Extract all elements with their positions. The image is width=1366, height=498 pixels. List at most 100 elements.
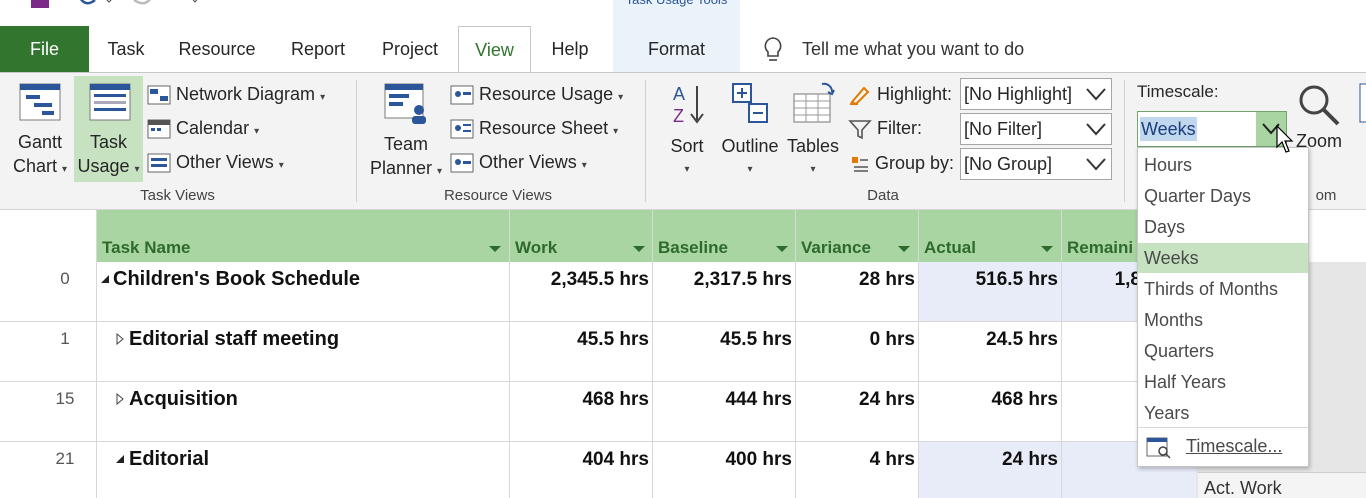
option-days[interactable]: Days	[1138, 212, 1308, 242]
highlight-dropdown[interactable]: [No Highlight]	[960, 78, 1112, 110]
tables-button[interactable]: Tables ▾	[786, 80, 840, 180]
task-views-group-label: Task Views	[140, 187, 215, 204]
timescale-more-option[interactable]: Timescale...	[1186, 436, 1282, 457]
redo-icon[interactable]	[128, 0, 158, 10]
task-name-cell[interactable]: Acquisition	[129, 388, 238, 411]
variance-cell[interactable]: 0 hrs	[795, 329, 915, 351]
tab-project[interactable]: Project	[372, 26, 448, 72]
actual-cell[interactable]: 468 hrs	[918, 389, 1058, 411]
highlight-icon	[850, 86, 870, 106]
save-icon[interactable]	[30, 0, 50, 10]
table-row[interactable]: 21 Editorial 404 hrs 400 hrs 4 hrs 24 hr…	[0, 442, 1196, 498]
resource-other-views-button[interactable]: Other Views ▾	[450, 147, 587, 177]
sort-button[interactable]: AZ Sort ▾	[662, 80, 712, 180]
task-other-views-label: Other Views	[176, 152, 274, 172]
resource-usage-button[interactable]: Resource Usage ▾	[450, 79, 623, 109]
expand-triangle-icon[interactable]	[115, 332, 125, 346]
work-cell[interactable]: 45.5 hrs	[509, 329, 649, 351]
option-half-years[interactable]: Half Years	[1138, 367, 1308, 397]
highlight-label: Highlight:	[877, 84, 953, 104]
option-thirds-of-months[interactable]: Thirds of Months	[1138, 274, 1308, 304]
actual-cell[interactable]: 516.5 hrs	[918, 269, 1058, 291]
option-quarters[interactable]: Quarters	[1138, 336, 1308, 366]
zoom-icon[interactable]	[1296, 82, 1342, 128]
tab-help[interactable]: Help	[540, 26, 600, 72]
baseline-cell[interactable]: 444 hrs	[652, 389, 792, 411]
gantt-label-1: Gantt	[17, 132, 63, 152]
option-weeks[interactable]: Weeks	[1138, 243, 1308, 273]
team-planner-icon	[384, 83, 426, 124]
tab-view[interactable]: View	[458, 26, 531, 73]
col-task-name[interactable]: Task Name	[102, 238, 191, 258]
variance-cell[interactable]: 4 hrs	[795, 449, 915, 471]
expand-triangle-icon[interactable]	[115, 392, 125, 406]
work-cell[interactable]: 468 hrs	[509, 389, 649, 411]
column-filter-icon[interactable]	[1040, 244, 1054, 254]
tab-file[interactable]: File	[0, 26, 89, 72]
timescale-value: Weeks	[1140, 117, 1197, 141]
calendar-button[interactable]: Calendar ▾	[147, 113, 259, 143]
resource-sheet-button[interactable]: Resource Sheet ▾	[450, 113, 618, 143]
network-diagram-button[interactable]: Network Diagram ▾	[147, 79, 325, 109]
chevron-down-icon: ▾	[134, 164, 140, 175]
column-header-row	[96, 210, 1196, 262]
column-filter-icon[interactable]	[488, 244, 502, 254]
collapse-triangle-icon[interactable]	[114, 453, 126, 465]
outline-button[interactable]: Outline ▾	[720, 80, 780, 180]
work-cell[interactable]: 2,345.5 hrs	[509, 269, 649, 291]
table-row[interactable]: 15 Acquisition 468 hrs 444 hrs 24 hrs 46…	[0, 382, 1196, 442]
row-id: 15	[55, 389, 75, 408]
task-name-cell[interactable]: Editorial staff meeting	[129, 328, 339, 351]
col-actual[interactable]: Actual	[924, 238, 976, 258]
tab-report[interactable]: Report	[280, 26, 356, 72]
actual-cell[interactable]: 24.5 hrs	[918, 329, 1058, 351]
zoom-group-label: om	[1315, 187, 1337, 204]
task-name-cell[interactable]: Children's Book Schedule	[113, 268, 360, 291]
baseline-cell[interactable]: 400 hrs	[652, 449, 792, 471]
chevron-down-icon: ▾	[437, 166, 443, 177]
chevron-down-icon	[1086, 123, 1106, 136]
gantt-chart-button[interactable]: Gantt Chart ▾	[8, 80, 72, 184]
collapse-triangle-icon[interactable]	[99, 273, 111, 285]
actual-cell[interactable]: 24 hrs	[918, 449, 1058, 471]
detail-label-act-work: Act. Work	[1198, 472, 1366, 498]
timescale-label: Timescale:	[1137, 82, 1219, 101]
data-group-label: Data	[867, 187, 899, 204]
table-row[interactable]: 1 Editorial staff meeting 45.5 hrs 45.5 …	[0, 322, 1196, 382]
table-row[interactable]: 0 Children's Book Schedule 2,345.5 hrs 2…	[0, 262, 1196, 322]
column-filter-icon[interactable]	[775, 244, 789, 254]
baseline-cell[interactable]: 2,317.5 hrs	[652, 269, 792, 291]
option-quarter-days[interactable]: Quarter Days	[1138, 181, 1308, 211]
undo-icon[interactable]	[75, 0, 115, 10]
tab-resource[interactable]: Resource	[170, 26, 264, 72]
svg-text:Z: Z	[673, 106, 684, 126]
column-filter-icon[interactable]	[632, 244, 646, 254]
work-cell[interactable]: 404 hrs	[509, 449, 649, 471]
baseline-cell[interactable]: 45.5 hrs	[652, 329, 792, 351]
col-variance[interactable]: Variance	[801, 238, 871, 258]
col-baseline[interactable]: Baseline	[658, 238, 728, 258]
col-remaining[interactable]: Remaini	[1067, 238, 1133, 258]
tab-task[interactable]: Task	[96, 26, 156, 72]
col-work[interactable]: Work	[515, 238, 557, 258]
team-planner-label-1: Team	[383, 134, 428, 154]
customize-qat-icon[interactable]	[188, 0, 202, 6]
tell-me-search[interactable]: Tell me what you want to do	[802, 26, 1024, 72]
filter-dropdown[interactable]: [No Filter]	[960, 113, 1112, 145]
variance-cell[interactable]: 28 hrs	[795, 269, 915, 291]
tables-label: Tables	[786, 136, 840, 156]
task-other-views-button[interactable]: Other Views ▾	[147, 147, 284, 177]
team-planner-button[interactable]: Team Planner ▾	[368, 80, 444, 184]
task-usage-button[interactable]: Task Usage ▾	[74, 76, 143, 182]
tab-format[interactable]: Format	[613, 26, 740, 72]
timescale-dropdown[interactable]: Weeks	[1137, 111, 1287, 147]
groupby-label-row: Group by:	[850, 148, 954, 178]
option-years[interactable]: Years	[1138, 398, 1308, 428]
option-months[interactable]: Months	[1138, 305, 1308, 335]
task-name-cell[interactable]: Editorial	[129, 448, 209, 471]
entire-project-icon[interactable]	[1356, 82, 1366, 126]
groupby-dropdown[interactable]: [No Group]	[960, 148, 1112, 180]
column-filter-icon[interactable]	[897, 244, 911, 254]
remaining-cell[interactable]: 1,8	[1061, 269, 1141, 291]
variance-cell[interactable]: 24 hrs	[795, 389, 915, 411]
